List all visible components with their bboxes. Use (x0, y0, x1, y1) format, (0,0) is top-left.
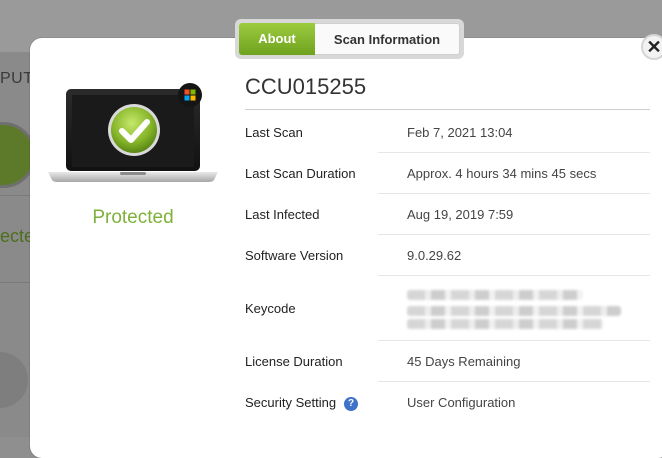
help-icon[interactable]: ? (344, 397, 359, 411)
close-icon[interactable]: ✕ (641, 34, 662, 60)
row-divider (378, 193, 650, 194)
detail-label: Last Scan (245, 125, 303, 140)
detail-label: Last Scan Duration (245, 166, 356, 181)
row-divider (378, 234, 650, 235)
row-divider (378, 381, 650, 382)
detail-label: Security Setting? (245, 395, 359, 411)
tab-about[interactable]: About (239, 23, 315, 55)
device-name: CCU015255 (245, 74, 367, 99)
detail-value: Aug 19, 2019 7:59 (407, 207, 514, 222)
detail-value: Feb 7, 2021 13:04 (407, 125, 513, 140)
redacted-keycode (407, 290, 583, 300)
row-divider (378, 340, 650, 341)
protection-status: Protected (92, 207, 174, 228)
detail-label: License Duration (245, 354, 343, 369)
redacted-keycode (407, 319, 603, 329)
detail-value: User Configuration (407, 395, 516, 410)
detail-value: 45 Days Remaining (407, 354, 521, 369)
tab-scan-information[interactable]: Scan Information (315, 23, 460, 55)
redacted-keycode (407, 306, 621, 316)
tab-bar: About Scan Information (235, 19, 464, 59)
detail-value: Approx. 4 hours 34 mins 45 secs (407, 166, 597, 181)
windows-logo-icon (178, 83, 202, 107)
detail-value: 9.0.29.62 (407, 248, 462, 263)
detail-label: Last Infected (245, 207, 320, 222)
detail-label: Software Version (245, 248, 344, 263)
detail-label-text: Security Setting (245, 395, 337, 410)
detail-label: Keycode (245, 301, 296, 316)
title-divider (245, 109, 650, 110)
row-divider (378, 275, 650, 276)
background-status-text: ecte (0, 226, 35, 246)
row-divider (378, 152, 650, 153)
